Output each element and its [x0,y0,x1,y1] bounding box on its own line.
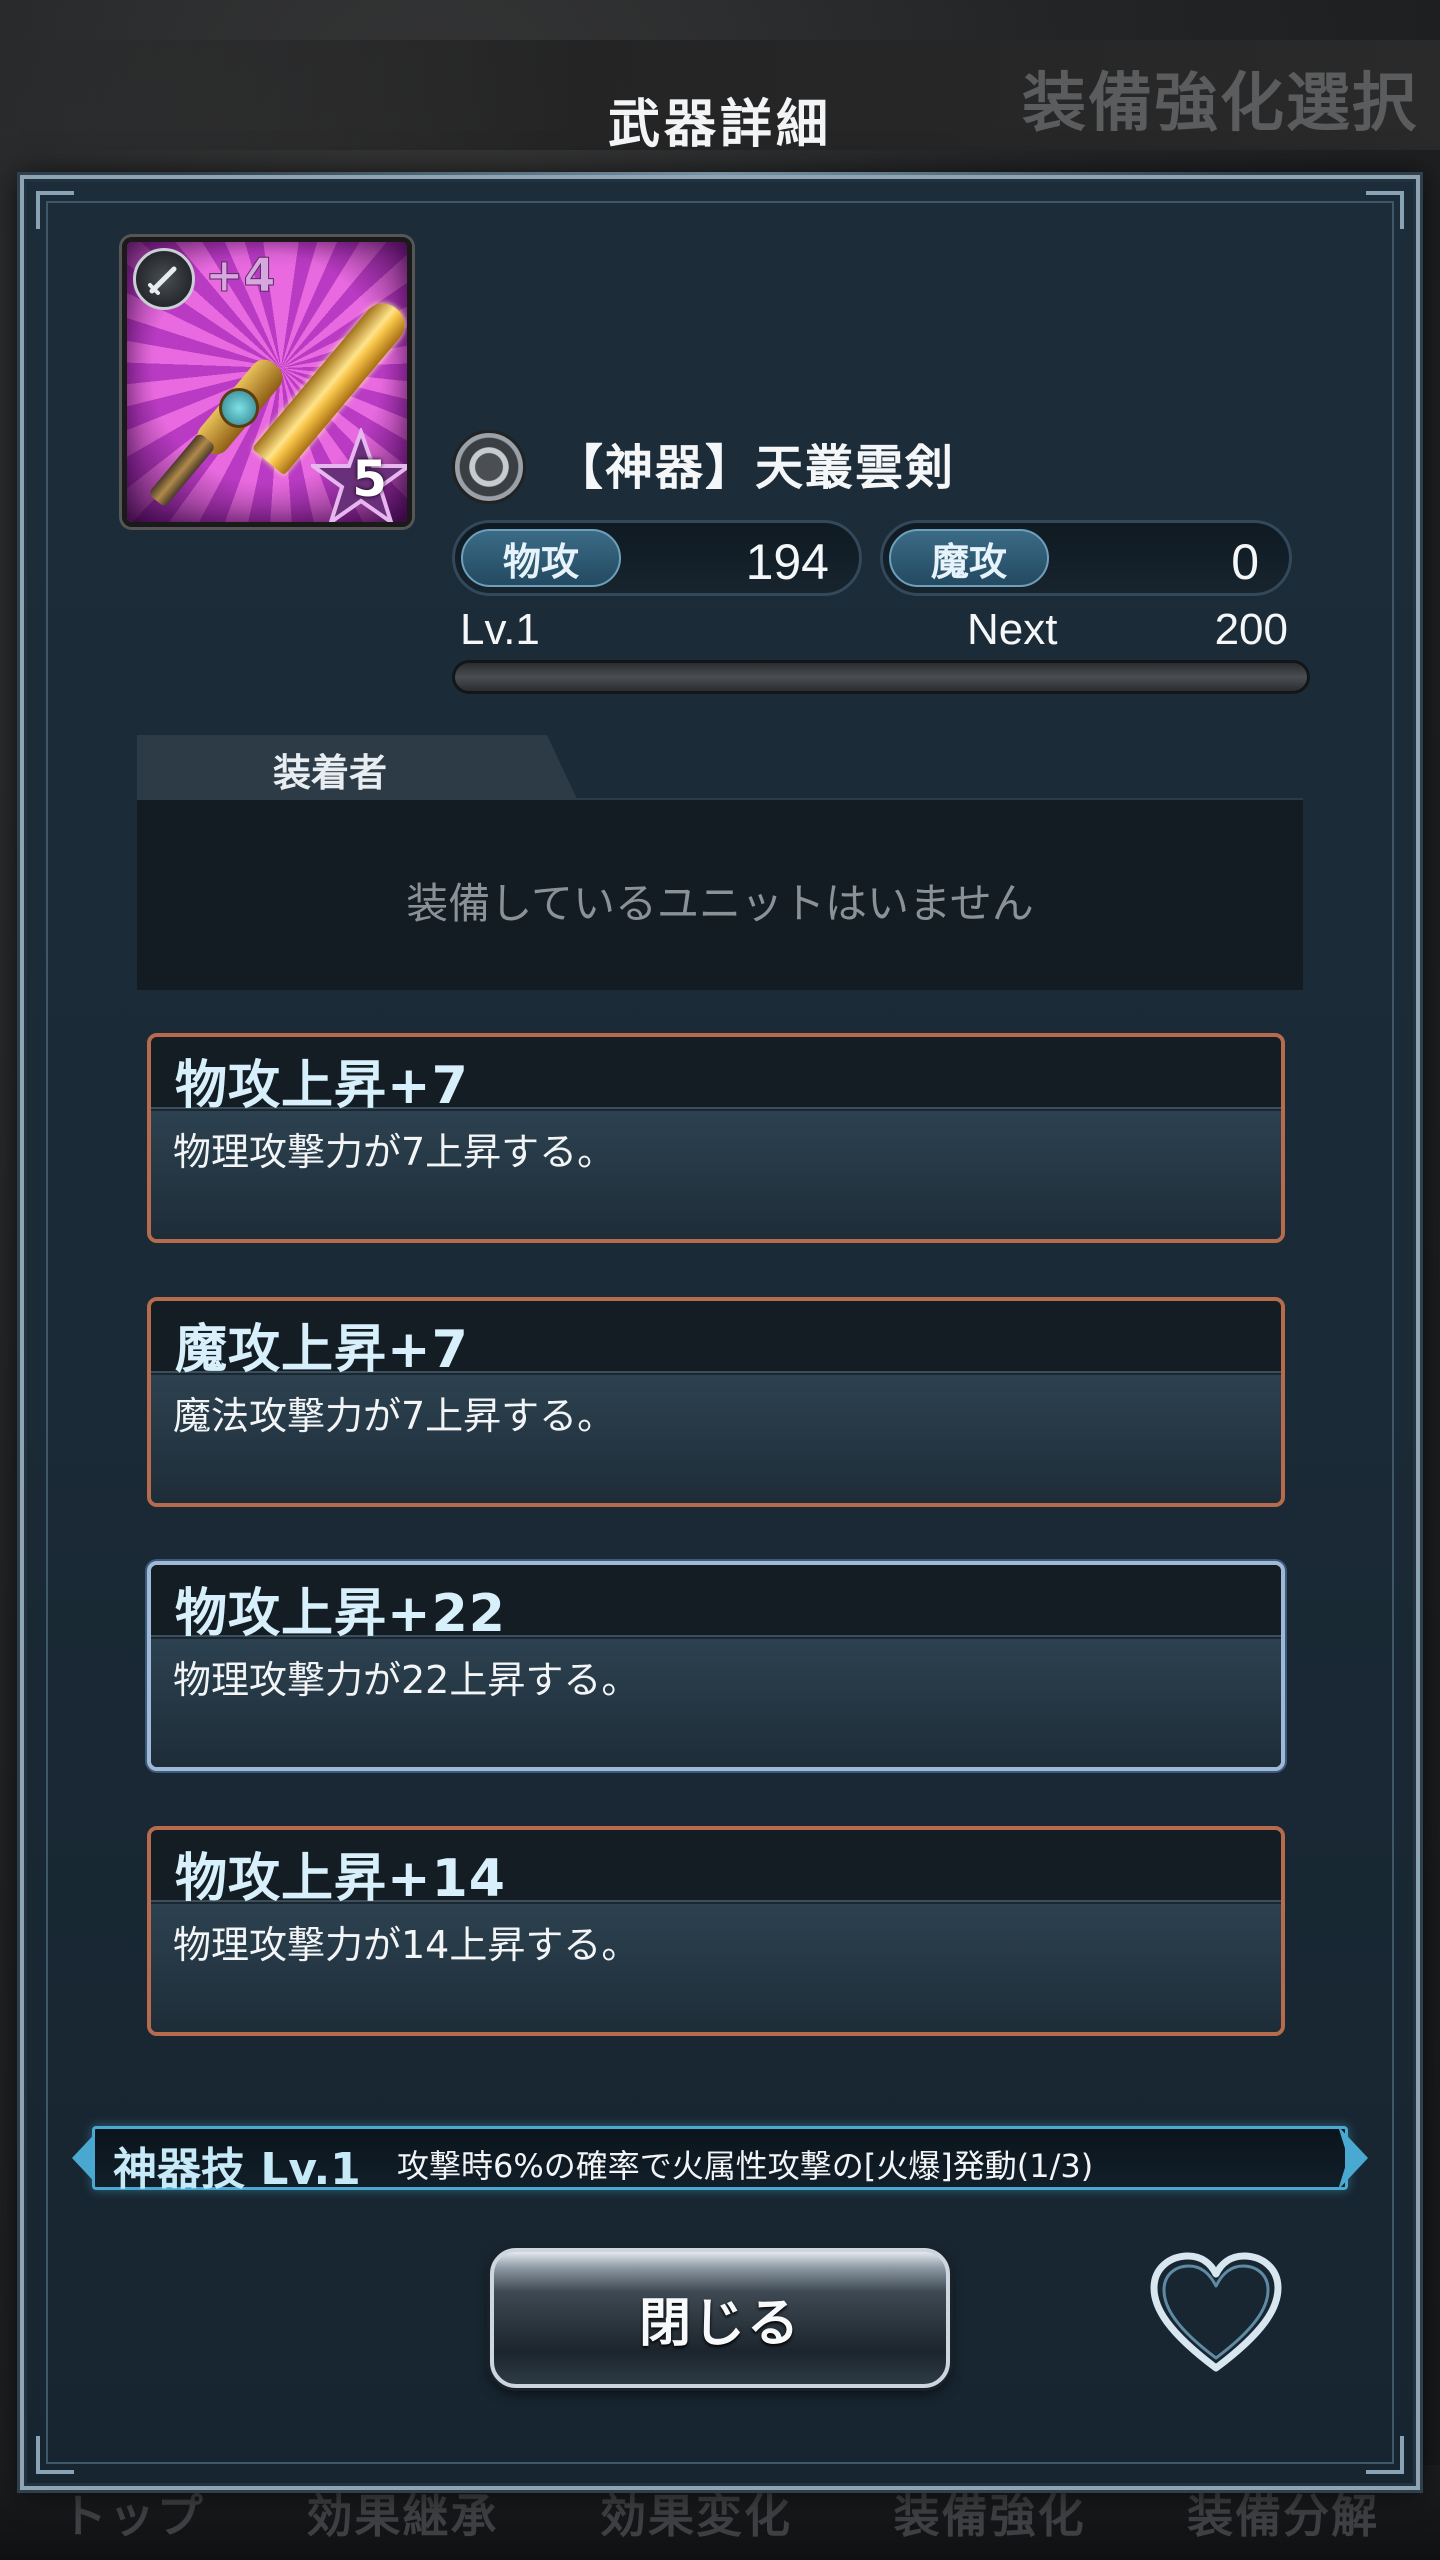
neutral-orb-icon [452,430,526,504]
equipper-empty-text: 装備しているユニットはいません [406,879,1034,928]
sword-icon [133,248,195,310]
effect-description: 物理攻撃力が14上昇する。 [173,1923,640,1967]
dialog-title: 武器詳細 [607,95,832,155]
plus-level-badge: +4 [205,248,277,303]
close-button[interactable]: 閉じる [490,2248,950,2388]
next-exp-label: Next [967,605,1058,654]
next-exp-value: 200 [1214,605,1288,654]
weapon-skill-bar: 神器技 Lv.1 攻撃時6%の確率で火属性攻撃の[火爆]発動(1/3) [92,2126,1348,2195]
effect-description: 魔法攻撃力が7上昇する。 [173,1394,616,1438]
effect-description: 物理攻撃力が7上昇する。 [173,1130,616,1174]
title-divider [180,172,1260,175]
corner-ornament [36,191,74,229]
close-button-label: 閉じる [638,2293,801,2354]
phys-attack-stat: 物攻 194 [452,520,862,596]
sword-gem-art [219,388,259,428]
mag-attack-label: 魔攻 [889,529,1049,587]
effect-name: 物攻上昇+14 [175,1849,506,1909]
weapon-level: Lv.1 [460,605,540,654]
effect-card[interactable]: 物攻上昇+14 物理攻撃力が14上昇する。 [147,1826,1285,2036]
phys-attack-label: 物攻 [461,529,621,587]
effect-card[interactable]: 物攻上昇+22 物理攻撃力が22上昇する。 [147,1561,1285,1771]
corner-ornament [1366,2436,1404,2474]
weapon-skill-description: 攻撃時6%の確率で火属性攻撃の[火爆]発動(1/3) [397,2147,1094,2185]
corner-ornament [1366,191,1404,229]
corner-ornament [36,2436,74,2474]
weapon-icon[interactable]: +4 5 [122,237,412,527]
effect-name: 物攻上昇+22 [175,1584,506,1644]
effect-name: 魔攻上昇+7 [175,1320,469,1380]
effect-card[interactable]: 魔攻上昇+7 魔法攻撃力が7上昇する。 [147,1297,1285,1507]
skill-bar-cap-right-icon [1338,2126,1368,2190]
equipper-panel: 装備しているユニットはいません [137,798,1303,990]
effect-description: 物理攻撃力が22上昇する。 [173,1658,640,1702]
effect-card[interactable]: 物攻上昇+7 物理攻撃力が7上昇する。 [147,1033,1285,1243]
effect-name: 物攻上昇+7 [175,1056,469,1116]
weapon-name: 【神器】天叢雲剣 [555,440,956,496]
exp-progress-bar [452,660,1310,694]
weapon-skill-name: 神器技 Lv.1 [113,2144,361,2195]
heart-icon[interactable] [1148,2250,1284,2380]
phys-attack-value: 194 [745,534,829,590]
rarity-number: 5 [352,450,387,508]
equipper-tab-label: 装着者 [273,751,388,795]
mag-attack-stat: 魔攻 0 [880,520,1292,596]
mag-attack-value: 0 [1231,534,1259,590]
